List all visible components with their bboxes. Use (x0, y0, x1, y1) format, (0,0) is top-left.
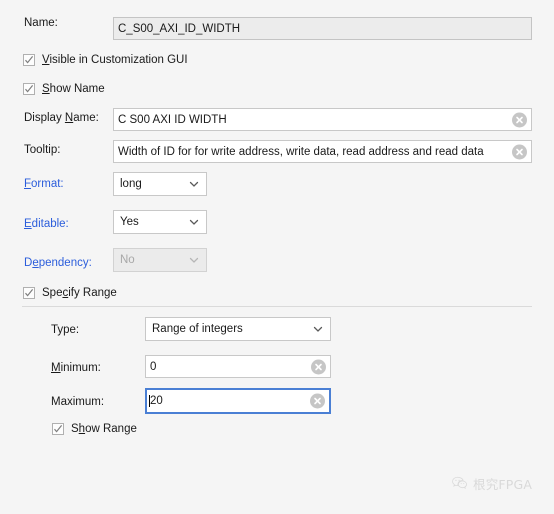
specify-range-label: Specify Range (42, 287, 117, 299)
tooltip-input[interactable]: Width of ID for for write address, write… (113, 140, 532, 163)
format-label[interactable]: Format: (24, 178, 64, 190)
specify-range-checkbox[interactable]: Specify Range (23, 287, 117, 299)
format-row: Format: (24, 178, 64, 190)
wechat-logo-icon (452, 476, 467, 489)
label-rest: ow Range (85, 423, 137, 435)
show-range-checkbox[interactable]: Show Range (52, 423, 137, 435)
maximum-value: 20 (149, 395, 326, 407)
check-icon (25, 85, 34, 93)
label-rest: pendency: (38, 257, 92, 269)
mnemonic-letter: S (42, 83, 50, 95)
name-label: Name: (24, 17, 58, 29)
checkbox-box (52, 423, 64, 435)
type-value: Range of integers (152, 323, 243, 335)
name-value: C_S00_AXI_ID_WIDTH (118, 22, 241, 35)
label-rest: isible in Customization GUI (49, 54, 188, 66)
editable-dropdown[interactable]: Yes (113, 210, 207, 234)
tooltip-value: Width of ID for for write address, write… (118, 145, 484, 158)
check-icon (25, 289, 34, 297)
dependency-label[interactable]: Dependency: (24, 257, 92, 269)
checkbox-box (23, 287, 35, 299)
maximum-input[interactable]: 20 (145, 388, 331, 414)
clear-circle-icon[interactable] (512, 144, 527, 159)
show-name-checkbox[interactable]: Show Name (23, 83, 105, 95)
minimum-input[interactable]: 0 (145, 355, 331, 378)
mnemonic-letter: E (24, 218, 32, 230)
checkbox-box (23, 83, 35, 95)
minimum-row: Minimum: (51, 362, 101, 374)
display-name-input[interactable]: C S00 AXI ID WIDTH (113, 108, 532, 131)
mnemonic-letter: M (51, 362, 61, 374)
minimum-label: Minimum: (51, 362, 101, 374)
parameter-properties-panel: Name: C_S00_AXI_ID_WIDTH Visible in Cust… (0, 0, 554, 514)
type-row: Type: (51, 324, 79, 336)
label-rest: inimum: (60, 362, 101, 374)
maximum-label: Maximum: (51, 396, 105, 408)
mnemonic-letter: F (24, 178, 32, 190)
label-rest: how Name (49, 83, 105, 95)
mnemonic-letter: N (64, 112, 74, 124)
watermark: 根究FPGA (451, 474, 532, 493)
type-label: Type: (51, 324, 80, 336)
label-pre: Spe (42, 287, 63, 299)
maximum-row: Maximum: (51, 396, 104, 408)
chevron-down-icon (189, 181, 199, 187)
show-range-label: Show Range (71, 423, 137, 435)
minimum-value: 0 (150, 360, 157, 373)
editable-label[interactable]: Editable: (24, 218, 69, 230)
chevron-down-icon (189, 257, 199, 263)
format-value: long (120, 178, 142, 190)
editable-value: Yes (120, 216, 139, 228)
type-dropdown[interactable]: Range of integers (145, 317, 331, 341)
tooltip-row: Tooltip: (24, 144, 60, 156)
chevron-down-icon (189, 219, 199, 225)
label-rest: ify Range (68, 287, 117, 299)
show-name-label: Show Name (42, 83, 105, 95)
watermark-text: 根究FPGA (473, 477, 533, 492)
name-row: Name: (24, 17, 112, 29)
format-dropdown[interactable]: long (113, 172, 207, 196)
tooltip-label: Tooltip: (24, 144, 61, 156)
range-section-divider (22, 306, 532, 307)
display-name-value: C S00 AXI ID WIDTH (118, 113, 227, 126)
dependency-row: Dependency: (24, 257, 92, 269)
check-icon (25, 56, 34, 64)
dependency-dropdown: No (113, 248, 207, 272)
name-input: C_S00_AXI_ID_WIDTH (113, 17, 532, 40)
label-pre: Display (24, 112, 65, 124)
label-rest: ame: (73, 112, 99, 124)
editable-row: Editable: (24, 218, 69, 230)
clear-circle-icon[interactable] (310, 393, 325, 409)
label-rest: ditable: (31, 218, 69, 230)
display-name-row: Display Name: (24, 112, 99, 124)
visible-in-customization-gui-label: Visible in Customization GUI (42, 54, 188, 66)
dependency-value: No (120, 254, 135, 266)
checkbox-box (23, 54, 35, 66)
label-rest: ormat: (31, 178, 64, 190)
display-name-label: Display Name: (24, 112, 99, 124)
check-icon (54, 425, 63, 433)
clear-circle-icon[interactable] (311, 359, 326, 374)
chevron-down-icon (313, 326, 323, 332)
visible-in-customization-gui-checkbox[interactable]: Visible in Customization GUI (23, 54, 188, 66)
label-pre: S (71, 423, 79, 435)
clear-circle-icon[interactable] (512, 112, 527, 127)
